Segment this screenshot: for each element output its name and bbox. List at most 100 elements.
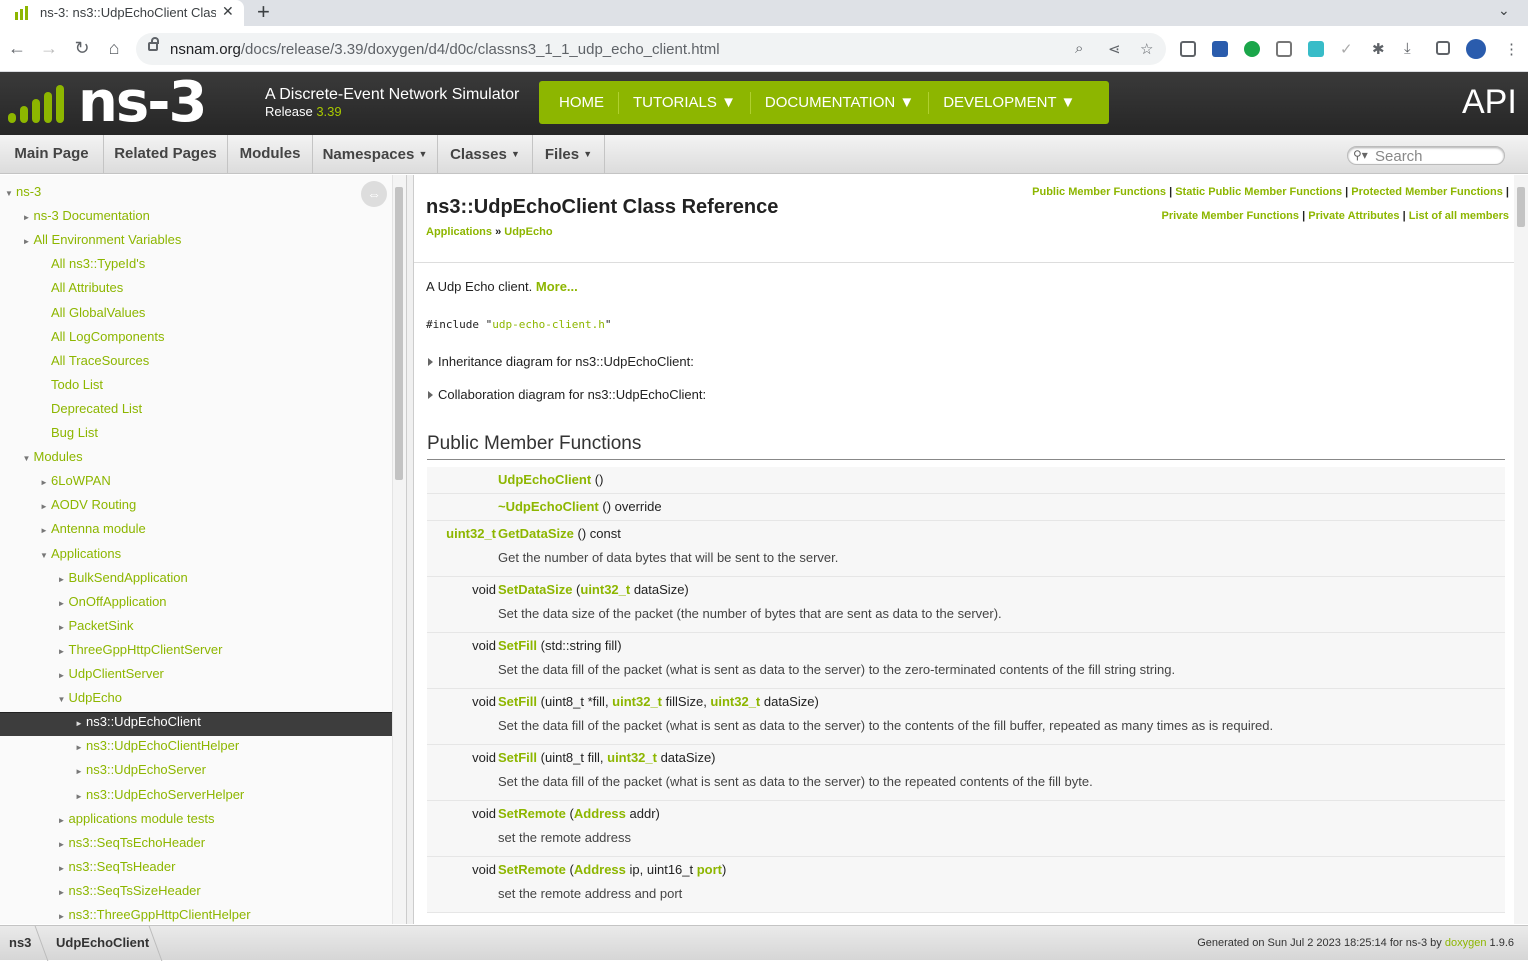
extension-icon-4[interactable]: [1308, 41, 1324, 57]
collapsed-arrow-icon[interactable]: ►: [72, 760, 86, 784]
link-static-public-member-functions[interactable]: Static Public Member Functions: [1175, 186, 1342, 198]
nav-tree-item[interactable]: ▼ ns-3: [2, 180, 41, 204]
link-list-of-all-members[interactable]: List of all members: [1409, 210, 1509, 222]
search-input[interactable]: Search: [1375, 148, 1423, 165]
extension-icon-2[interactable]: [1244, 41, 1260, 57]
link-public-member-functions[interactable]: Public Member Functions: [1032, 186, 1166, 198]
expanded-arrow-icon[interactable]: ▼: [2, 182, 16, 206]
puzzle-extensions-icon[interactable]: ✱: [1372, 40, 1385, 58]
nav-tree-item[interactable]: ► ns3::UdpEchoServerHelper: [72, 783, 244, 807]
collapsed-arrow-icon[interactable]: ►: [72, 785, 86, 809]
nav-development[interactable]: DEVELOPMENT ▼: [929, 92, 1089, 114]
menu-kebab-icon[interactable]: ⋮: [1504, 40, 1519, 58]
nav-tree-item[interactable]: ▼ UdpEcho: [55, 686, 122, 710]
collapsed-arrow-icon[interactable]: ►: [55, 568, 69, 592]
nav-documentation[interactable]: DOCUMENTATION ▼: [751, 91, 930, 114]
new-tab-button[interactable]: +: [257, 0, 270, 24]
nav-tree-item[interactable]: ► ns3::UdpEchoClient: [72, 710, 201, 734]
nav-tree-item[interactable]: ► ns3::UdpEchoClientHelper: [72, 734, 239, 758]
nav-tree-item[interactable]: ► BulkSendApplication: [55, 566, 188, 590]
extension-icon-3[interactable]: [1276, 41, 1292, 57]
member-link[interactable]: UdpEchoClient: [498, 472, 591, 487]
member-link[interactable]: SetFill: [498, 750, 537, 765]
nav-tree-item[interactable]: ► AODV Routing: [37, 493, 136, 517]
lock-icon[interactable]: [148, 37, 159, 51]
collapsed-arrow-icon[interactable]: ►: [55, 857, 69, 881]
nav-tree-item[interactable]: ► ns3::SeqTsSizeHeader: [55, 879, 201, 903]
param-link[interactable]: port: [697, 862, 722, 877]
nav-tree-scrollbar-thumb[interactable]: [395, 187, 403, 480]
collapsed-arrow-icon[interactable]: ►: [20, 206, 34, 230]
type-link[interactable]: Address: [574, 862, 626, 877]
forward-arrow-icon[interactable]: →: [38, 37, 60, 59]
nav-tree-item[interactable]: Todo List: [37, 373, 103, 397]
more-link[interactable]: More...: [536, 279, 578, 294]
collapsed-arrow-icon[interactable]: ►: [55, 881, 69, 905]
breadcrumb-udpechoclient[interactable]: UdpEchoClient: [56, 935, 149, 950]
link-private-attributes[interactable]: Private Attributes: [1308, 210, 1399, 222]
nav-tree-item[interactable]: All Attributes: [37, 276, 123, 300]
collapsed-arrow-icon[interactable]: ►: [37, 471, 51, 495]
link-private-member-functions[interactable]: Private Member Functions: [1161, 210, 1299, 222]
inheritance-diagram-toggle[interactable]: Inheritance diagram for ns3::UdpEchoClie…: [428, 354, 694, 369]
expanded-arrow-icon[interactable]: ▼: [37, 544, 51, 568]
member-link[interactable]: SetRemote: [498, 806, 566, 821]
content-scrollbar[interactable]: [1514, 175, 1528, 924]
member-link[interactable]: ~UdpEchoClient: [498, 499, 599, 514]
type-link[interactable]: Address: [574, 806, 626, 821]
bookmark-star-icon[interactable]: ☆: [1140, 40, 1153, 58]
member-link[interactable]: SetDataSize: [498, 582, 572, 597]
doxygen-logo-link[interactable]: doxygen: [1445, 937, 1487, 949]
nav-tree-item[interactable]: ► OnOffApplication: [55, 590, 167, 614]
nav-tree-item[interactable]: ► applications module tests: [55, 807, 215, 831]
type-link[interactable]: uint32_t: [710, 694, 760, 709]
nav-tree-item[interactable]: ► ns3::ThreeGppHttpClientHelper: [55, 903, 251, 924]
tab-search-chevron-icon[interactable]: ⌄: [1498, 2, 1510, 19]
collapsed-arrow-icon[interactable]: ►: [55, 592, 69, 616]
nav-tree-item[interactable]: All TraceSources: [37, 349, 149, 373]
search-box[interactable]: ⚲▾ Search: [1347, 146, 1505, 165]
nav-tree-item[interactable]: ► UdpClientServer: [55, 662, 164, 686]
collapsed-arrow-icon[interactable]: ►: [55, 809, 69, 833]
include-file-link[interactable]: udp-echo-client.h: [492, 318, 605, 331]
checkmark-extension-icon[interactable]: ✓: [1340, 40, 1353, 58]
content-scrollbar-thumb[interactable]: [1517, 187, 1525, 227]
member-link[interactable]: SetFill: [498, 638, 537, 653]
nav-tree-item[interactable]: All LogComponents: [37, 325, 164, 349]
collapsed-arrow-icon[interactable]: ►: [55, 833, 69, 857]
collapsed-arrow-icon[interactable]: ►: [72, 712, 86, 736]
nav-tree-item[interactable]: ► ns-3 Documentation: [20, 204, 150, 228]
nav-tree-item[interactable]: ► ns3::SeqTsEchoHeader: [55, 831, 206, 855]
collapsed-arrow-icon[interactable]: ►: [55, 640, 69, 664]
expanded-arrow-icon[interactable]: ▼: [55, 688, 69, 712]
collapsed-arrow-icon[interactable]: ►: [37, 495, 51, 519]
nav-tree-item[interactable]: All GlobalValues: [37, 301, 145, 325]
member-link[interactable]: SetFill: [498, 694, 537, 709]
side-panel-icon[interactable]: [1436, 41, 1450, 55]
profile-avatar[interactable]: [1466, 39, 1486, 59]
type-link[interactable]: uint32_t: [607, 750, 657, 765]
ingroup-applications-link[interactable]: Applications: [426, 226, 492, 238]
sync-toggle-icon[interactable]: ⇔: [361, 181, 387, 207]
collapsed-arrow-icon[interactable]: ►: [55, 905, 69, 924]
home-icon[interactable]: ⌂: [103, 37, 125, 59]
download-icon[interactable]: ⤓: [1404, 40, 1411, 57]
member-link[interactable]: GetDataSize: [498, 526, 574, 541]
collapsed-arrow-icon[interactable]: ►: [37, 519, 51, 543]
nav-tree-item[interactable]: ► 6LoWPAN: [37, 469, 111, 493]
tab-namespaces[interactable]: Namespaces ▼: [313, 135, 438, 173]
nav-tree-item[interactable]: ► ns3::UdpEchoServer: [72, 758, 206, 782]
url-text[interactable]: nsnam.org/docs/release/3.39/doxygen/d4/d…: [170, 41, 720, 58]
nav-tree-item[interactable]: ► ns3::SeqTsHeader: [55, 855, 176, 879]
zoom-icon[interactable]: ⌕: [1075, 40, 1083, 57]
nav-tree-item[interactable]: Bug List: [37, 421, 98, 445]
tab-files[interactable]: Files ▼: [533, 135, 605, 173]
back-arrow-icon[interactable]: ←: [6, 37, 28, 59]
nav-tree-scrollbar[interactable]: [392, 175, 406, 924]
tab-close-icon[interactable]: ✕: [222, 3, 234, 20]
collapsed-arrow-icon[interactable]: ►: [72, 736, 86, 760]
tab-modules[interactable]: Modules: [228, 135, 313, 173]
nav-tree-item[interactable]: ► All Environment Variables: [20, 228, 182, 252]
type-link[interactable]: uint32_t: [580, 582, 630, 597]
link-protected-member-functions[interactable]: Protected Member Functions: [1351, 186, 1503, 198]
